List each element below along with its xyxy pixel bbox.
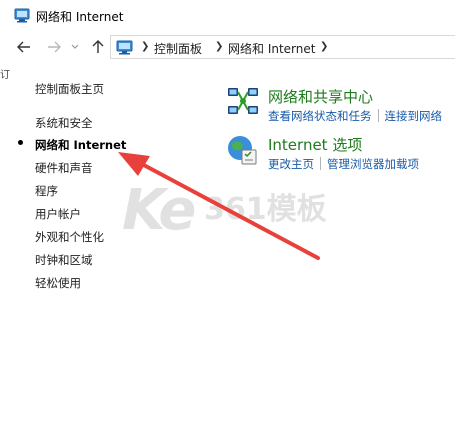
breadcrumb-separator-icon[interactable]: ❯: [320, 41, 328, 52]
breadcrumb-control-panel[interactable]: 控制面板: [154, 40, 202, 57]
control-panel-icon: [14, 8, 30, 23]
sidebar-item-appearance[interactable]: 外观和个性化: [35, 229, 104, 245]
window-title: 网络和 Internet: [36, 10, 124, 24]
breadcrumb-separator-icon[interactable]: ❯: [141, 41, 149, 52]
sidebar-item-control-panel-home[interactable]: 控制面板主页: [35, 81, 104, 97]
category-links: 更改主页 管理浏览器加载项: [268, 156, 419, 172]
sidebar-item-ease-of-access[interactable]: 轻松使用: [35, 275, 81, 291]
sidebar-item-programs[interactable]: 程序: [35, 183, 58, 199]
clipped-text: 订: [0, 70, 10, 81]
breadcrumb-network-internet[interactable]: 网络和 Internet: [228, 40, 315, 57]
title-bar: 网络和 Internet: [0, 0, 455, 32]
watermark-brand-text: 361模板: [204, 192, 327, 227]
link-connect-to-network[interactable]: 连接到网络: [385, 109, 443, 123]
sidebar-item-clock-region[interactable]: 时钟和区域: [35, 252, 93, 268]
up-arrow-icon[interactable]: [90, 39, 106, 55]
link-manage-add-ons[interactable]: 管理浏览器加载项: [327, 157, 419, 171]
internet-options-icon[interactable]: [226, 134, 258, 166]
address-bar[interactable]: ❯ 控制面板 ❯ 网络和 Internet ❯: [110, 35, 455, 59]
breadcrumb-separator-icon[interactable]: ❯: [215, 41, 223, 52]
link-view-network-status[interactable]: 查看网络状态和任务: [268, 109, 372, 123]
sidebar-item-network-internet[interactable]: 网络和 Internet: [35, 137, 126, 153]
category-links: 查看网络状态和任务 连接到网络: [268, 108, 442, 124]
network-sharing-center-icon[interactable]: [226, 86, 260, 118]
link-change-home-page[interactable]: 更改主页: [268, 157, 314, 171]
control-panel-icon: [116, 40, 133, 55]
link-divider: [377, 109, 379, 122]
sidebar-item-system-security[interactable]: 系统和安全: [35, 115, 93, 131]
forward-arrow-icon[interactable]: [46, 39, 62, 55]
sidebar-item-hardware-sound[interactable]: 硬件和声音: [35, 160, 93, 176]
recent-locations-chevron-icon[interactable]: [70, 39, 80, 55]
watermark-logo-text: Ke: [122, 178, 196, 243]
category-title[interactable]: 网络和共享中心: [268, 86, 373, 107]
link-divider: [320, 157, 321, 170]
category-title[interactable]: Internet 选项: [268, 134, 362, 155]
sidebar-item-user-accounts[interactable]: 用户帐户: [35, 206, 81, 222]
active-bullet-icon: [18, 140, 23, 145]
back-arrow-icon[interactable]: [16, 39, 32, 55]
